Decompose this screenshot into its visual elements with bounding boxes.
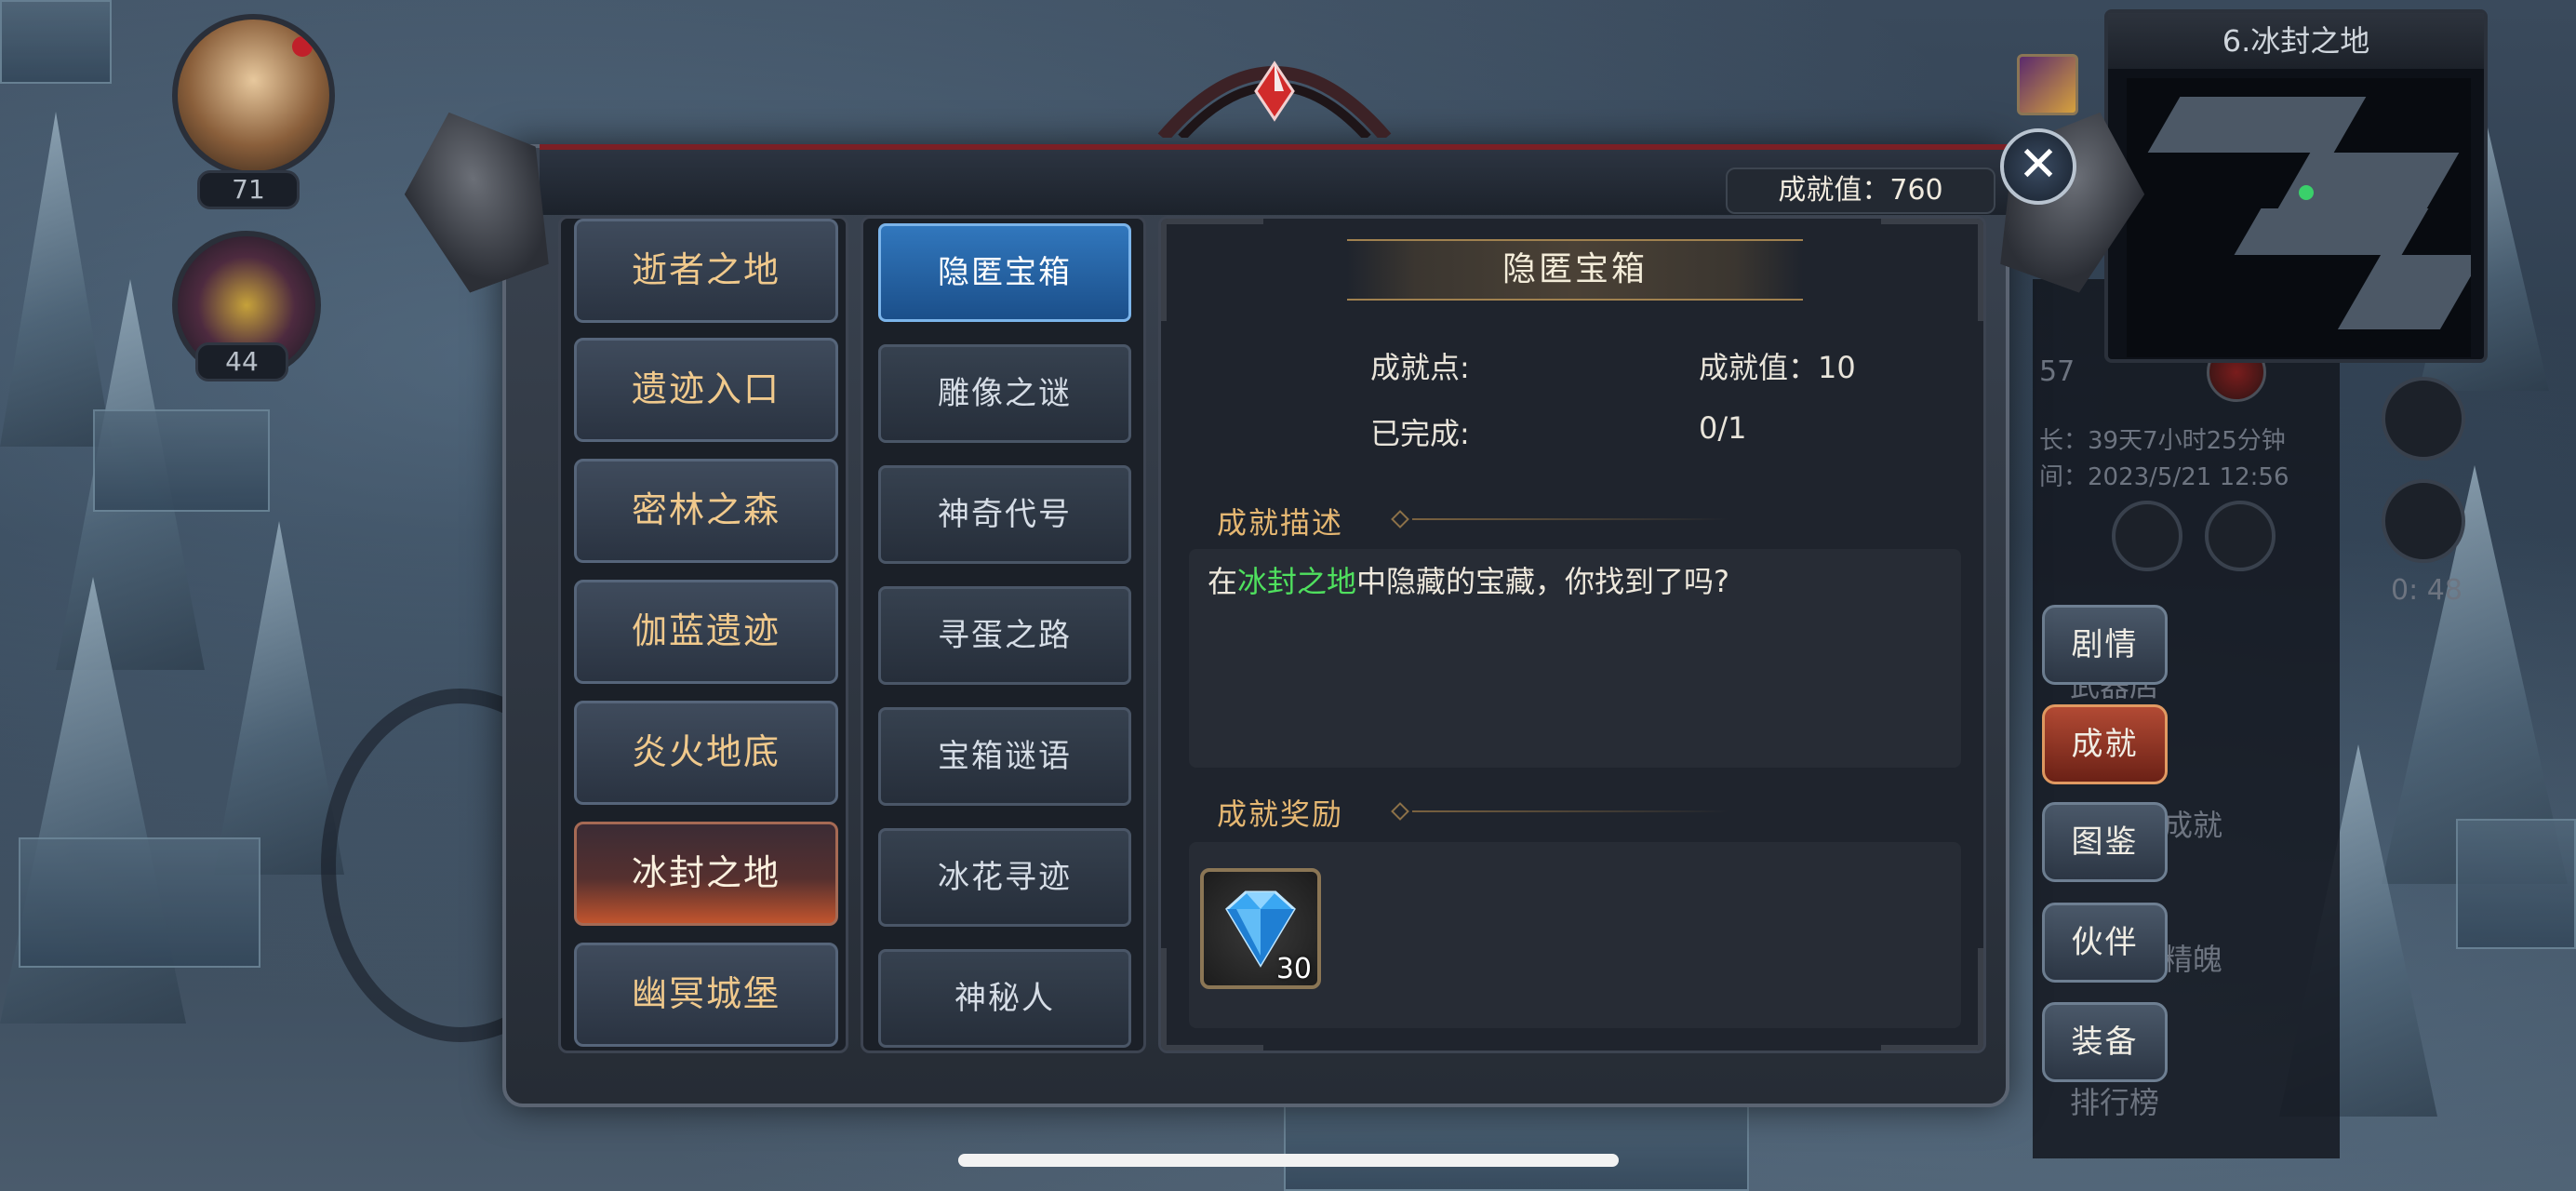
region-item-frozen-land[interactable]: 冰封之地: [574, 822, 838, 926]
points-label: 成就点:: [1370, 350, 1470, 385]
minimap[interactable]: 6.冰封之地: [2104, 9, 2488, 363]
side-number: 57: [2039, 355, 2075, 388]
pet-level: 44: [195, 342, 288, 381]
region-item-deceased-land[interactable]: 逝者之地: [574, 219, 838, 323]
achievement-score: 成就值：760: [1726, 167, 1995, 214]
reward-item[interactable]: 30: [1200, 868, 1321, 989]
player-marker-icon: [2299, 185, 2314, 200]
description-box: 在冰封之地中隐藏的宝藏，你找到了吗?: [1189, 549, 1961, 768]
region-item-garan-ruins[interactable]: 伽蓝遗迹: [574, 580, 838, 684]
points-value: 成就值：10: [1699, 350, 1856, 385]
crossed-swords-icon[interactable]: [2382, 479, 2465, 563]
portrait-badge-icon: [292, 36, 313, 57]
divider-ornament: [1391, 510, 1409, 529]
side-bg-label-ranking: 排行榜: [2070, 1085, 2160, 1120]
reward-section-title: 成就奖励: [1217, 796, 1344, 832]
achievement-item-ice-flower[interactable]: 冰花寻迹: [878, 828, 1131, 927]
side-tab-codex[interactable]: 图鉴: [2042, 802, 2168, 882]
achievement-item-egg-hunt[interactable]: 寻蛋之路: [878, 586, 1131, 685]
corner-ornament: [1161, 219, 1263, 321]
minimap-title: 6.冰封之地: [2108, 13, 2484, 69]
divider-ornament: [1391, 802, 1409, 821]
reward-count: 30: [1275, 953, 1312, 985]
hero-portrait[interactable]: [172, 14, 335, 177]
region-item-ruins-entrance[interactable]: 遗迹入口: [574, 338, 838, 442]
hero-level: 71: [197, 170, 300, 209]
achievement-list: 隐匿宝箱 雕像之谜 神奇代号 寻蛋之路 宝箱谜语 冰花寻迹 神秘人: [861, 216, 1146, 1053]
minimap-map[interactable]: [2127, 78, 2471, 357]
detail-title: 隐匿宝箱: [1347, 239, 1803, 301]
region-item-dense-forest[interactable]: 密林之森: [574, 459, 838, 563]
achievement-item-statue-mystery[interactable]: 雕像之谜: [878, 344, 1131, 443]
crest-ornament: [1157, 60, 1392, 138]
achievement-item-chest-riddle[interactable]: 宝箱谜语: [878, 707, 1131, 806]
divider-line: [1412, 810, 1728, 812]
close-button[interactable]: ✕: [2000, 128, 2076, 205]
side-time: 间：2023/5/21 12:56: [2039, 463, 2289, 491]
achievement-detail: 隐匿宝箱 成就点: 成就值：10 已完成: 0/1 成就描述 在冰封之地中隐藏的…: [1158, 216, 1986, 1053]
mail-icon[interactable]: [2112, 501, 2182, 571]
description-text: 在冰封之地中隐藏的宝藏，你找到了吗?: [1208, 564, 1730, 599]
side-duration: 长：39天7小时25分钟: [2039, 427, 2286, 455]
side-bg-label-achievement: 成就: [2163, 808, 2223, 843]
corner-ornament: [1881, 219, 1983, 321]
side-tab-story[interactable]: 剧情: [2042, 605, 2168, 685]
completed-label: 已完成:: [1370, 416, 1470, 451]
side-bg-label-soul: 精魄: [2163, 942, 2223, 977]
side-tab-equipment[interactable]: 装备: [2042, 1002, 2168, 1082]
target-icon[interactable]: [2382, 377, 2465, 461]
description-section-title: 成就描述: [1217, 505, 1344, 541]
region-highlight: 冰封之地: [1237, 564, 1357, 599]
event-icon[interactable]: [2017, 54, 2078, 115]
region-item-netherworld-castle[interactable]: 幽冥城堡: [574, 943, 838, 1047]
achievement-item-magic-code[interactable]: 神奇代号: [878, 465, 1131, 564]
completed-value: 0/1: [1699, 410, 1747, 446]
region-item-fire-underground[interactable]: 炎火地底: [574, 701, 838, 805]
achievement-item-mystery-man[interactable]: 神秘人: [878, 949, 1131, 1048]
divider-line: [1412, 518, 1728, 520]
settings-icon[interactable]: [2205, 501, 2276, 571]
side-tab-partner[interactable]: 伙伴: [2042, 903, 2168, 983]
side-timer: 0: 48: [2391, 574, 2463, 607]
home-indicator[interactable]: [958, 1154, 1619, 1167]
region-list: 逝者之地 遗迹入口 密林之森 伽蓝遗迹 炎火地底 冰封之地 幽冥城堡: [558, 216, 848, 1053]
achievement-item-hidden-chest[interactable]: 隐匿宝箱: [878, 223, 1131, 322]
side-tab-achievement[interactable]: 成就: [2042, 704, 2168, 784]
